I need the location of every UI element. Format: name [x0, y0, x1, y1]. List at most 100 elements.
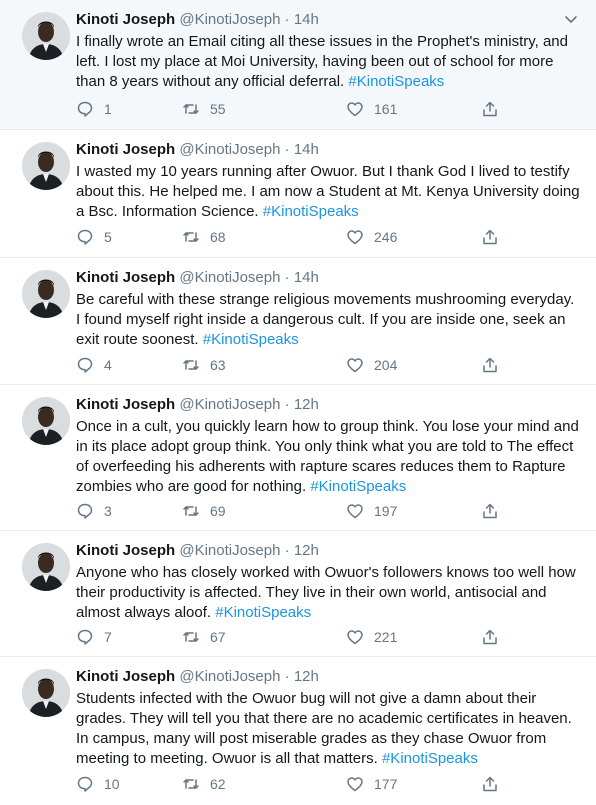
retweet-count: 63 [210, 357, 226, 373]
share-icon [483, 357, 497, 373]
author-handle[interactable]: @KinotiJoseph [179, 141, 280, 158]
like-count: 197 [374, 503, 398, 519]
share-button[interactable] [481, 774, 509, 794]
like-count: 161 [374, 101, 398, 117]
hashtag-link[interactable]: #KinotiSpeaks [263, 203, 359, 220]
tweet[interactable]: Kinoti Joseph @KinotiJoseph · 14h I fina… [0, 0, 596, 130]
reply-icon [77, 503, 93, 519]
avatar[interactable] [22, 669, 70, 717]
like-count: 204 [374, 357, 398, 373]
retweet-icon [183, 779, 199, 789]
tweet[interactable]: Kinoti Joseph @KinotiJoseph · 12h Anyone… [0, 531, 596, 657]
share-button[interactable] [481, 227, 509, 247]
avatar[interactable] [22, 270, 70, 318]
hashtag-link[interactable]: #KinotiSpeaks [348, 73, 444, 90]
tweet-text-body: I finally wrote an Email citing all thes… [76, 33, 568, 90]
share-icon [483, 629, 497, 645]
author-name[interactable]: Kinoti Joseph [76, 269, 175, 286]
like-button[interactable]: 177 [346, 774, 397, 794]
tweet-header: Kinoti Joseph @KinotiJoseph · 14h [76, 141, 319, 158]
tweet[interactable]: Kinoti Joseph @KinotiJoseph · 12h Once i… [0, 385, 596, 531]
reply-count: 10 [104, 776, 120, 792]
like-button[interactable]: 197 [346, 501, 397, 521]
hashtag-link[interactable]: #KinotiSpeaks [203, 331, 299, 348]
retweet-button[interactable]: 68 [182, 227, 226, 247]
tweet-text: Once in a cult, you quickly learn how to… [76, 417, 582, 497]
tweet-actions: 10 62 177 [76, 774, 516, 794]
share-button[interactable] [481, 355, 509, 375]
avatar[interactable] [22, 397, 70, 445]
retweet-count: 62 [210, 776, 226, 792]
share-icon [483, 101, 497, 117]
avatar[interactable] [22, 12, 70, 60]
reply-button[interactable]: 1 [76, 99, 112, 119]
chevron-down-icon[interactable] [562, 10, 580, 28]
author-name[interactable]: Kinoti Joseph [76, 11, 175, 28]
reply-count: 1 [104, 101, 112, 117]
author-name[interactable]: Kinoti Joseph [76, 141, 175, 158]
tweet[interactable]: Kinoti Joseph @KinotiJoseph · 14h I wast… [0, 130, 596, 258]
hashtag-link[interactable]: #KinotiSpeaks [310, 478, 406, 495]
tweet-time[interactable]: 14h [294, 11, 319, 28]
retweet-button[interactable]: 63 [182, 355, 226, 375]
like-button[interactable]: 221 [346, 627, 397, 647]
retweet-button[interactable]: 55 [182, 99, 226, 119]
author-handle[interactable]: @KinotiJoseph [179, 11, 280, 28]
author-handle[interactable]: @KinotiJoseph [179, 542, 280, 559]
reply-icon [77, 629, 93, 645]
like-count: 221 [374, 629, 398, 645]
author-name[interactable]: Kinoti Joseph [76, 542, 175, 559]
retweet-icon [183, 360, 199, 370]
author-name[interactable]: Kinoti Joseph [76, 396, 175, 413]
reply-button[interactable]: 5 [76, 227, 112, 247]
tweet-actions: 4 63 204 [76, 355, 516, 375]
like-button[interactable]: 204 [346, 355, 397, 375]
tweet-header: Kinoti Joseph @KinotiJoseph · 14h [76, 269, 319, 286]
tweet-text-body: Anyone who has closely worked with Owuor… [76, 564, 576, 621]
retweet-button[interactable]: 62 [182, 774, 226, 794]
tweet-text: I finally wrote an Email citing all thes… [76, 32, 582, 92]
tweet-time[interactable]: 12h [294, 668, 319, 685]
reply-button[interactable]: 10 [76, 774, 120, 794]
share-icon [483, 776, 497, 792]
retweet-button[interactable]: 67 [182, 627, 226, 647]
reply-button[interactable]: 3 [76, 501, 112, 521]
avatar[interactable] [22, 142, 70, 190]
retweet-count: 55 [210, 101, 226, 117]
tweet-header: Kinoti Joseph @KinotiJoseph · 14h [76, 11, 319, 28]
tweet[interactable]: Kinoti Joseph @KinotiJoseph · 12h Studen… [0, 657, 596, 805]
hashtag-link[interactable]: #KinotiSpeaks [215, 604, 311, 621]
retweet-icon [183, 104, 199, 114]
share-button[interactable] [481, 501, 509, 521]
tweet-time[interactable]: 14h [294, 141, 319, 158]
heart-icon [347, 630, 363, 645]
tweet[interactable]: Kinoti Joseph @KinotiJoseph · 14h Be car… [0, 258, 596, 385]
share-button[interactable] [481, 99, 509, 119]
reply-button[interactable]: 4 [76, 355, 112, 375]
tweet-feed: Kinoti Joseph @KinotiJoseph · 14h I fina… [0, 0, 596, 805]
heart-icon [347, 230, 363, 245]
retweet-button[interactable]: 69 [182, 501, 226, 521]
reply-icon [77, 229, 93, 245]
tweet-actions: 1 55 161 [76, 99, 516, 119]
author-handle[interactable]: @KinotiJoseph [179, 269, 280, 286]
author-handle[interactable]: @KinotiJoseph [179, 668, 280, 685]
tweet-header: Kinoti Joseph @KinotiJoseph · 12h [76, 542, 319, 559]
reply-button[interactable]: 7 [76, 627, 112, 647]
retweet-count: 68 [210, 229, 226, 245]
avatar[interactable] [22, 543, 70, 591]
reply-icon [77, 776, 93, 792]
tweet-text-body: Students infected with the Owuor bug wil… [76, 690, 572, 767]
tweet-time[interactable]: 12h [294, 396, 319, 413]
like-button[interactable]: 161 [346, 99, 397, 119]
hashtag-link[interactable]: #KinotiSpeaks [382, 750, 478, 767]
retweet-icon [183, 232, 199, 242]
tweet-header: Kinoti Joseph @KinotiJoseph · 12h [76, 396, 319, 413]
share-button[interactable] [481, 627, 509, 647]
author-handle[interactable]: @KinotiJoseph [179, 396, 280, 413]
author-name[interactable]: Kinoti Joseph [76, 668, 175, 685]
reply-count: 5 [104, 229, 112, 245]
tweet-time[interactable]: 14h [294, 269, 319, 286]
like-button[interactable]: 246 [346, 227, 397, 247]
tweet-time[interactable]: 12h [294, 542, 319, 559]
